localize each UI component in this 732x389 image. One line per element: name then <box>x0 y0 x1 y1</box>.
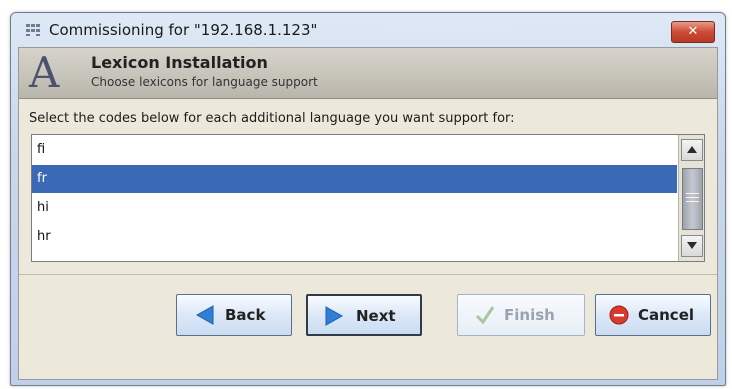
language-item-fi[interactable]: fi <box>32 136 677 164</box>
scroll-down-button[interactable] <box>681 235 703 257</box>
checkmark-icon <box>475 306 495 325</box>
instruction-text: Select the codes below for each addition… <box>29 111 515 126</box>
language-code-list[interactable]: fi fr hi hr <box>31 134 705 262</box>
commissioning-window: Commissioning for "192.168.1.123" ✕ A Le… <box>10 12 726 386</box>
language-item-fr[interactable]: fr <box>32 165 677 193</box>
list-scrollbar[interactable] <box>678 135 704 261</box>
dialog-content: A Lexicon Installation Choose lexicons f… <box>18 47 718 380</box>
finish-button[interactable]: Finish <box>457 294 585 336</box>
cancel-button[interactable]: Cancel <box>595 294 711 336</box>
arrow-right-icon <box>325 306 344 326</box>
window-title: Commissioning for "192.168.1.123" <box>49 21 318 39</box>
arrow-left-icon <box>195 305 214 325</box>
scroll-thumb[interactable] <box>682 168 703 230</box>
finish-button-label: Finish <box>504 306 555 324</box>
title-bar[interactable]: Commissioning for "192.168.1.123" ✕ <box>11 13 725 47</box>
close-button[interactable]: ✕ <box>671 21 715 43</box>
next-button-label: Next <box>356 307 396 325</box>
page-subtitle: Choose lexicons for language support <box>91 75 318 89</box>
cancel-circle-icon <box>609 305 629 325</box>
button-divider <box>19 274 717 275</box>
cancel-button-label: Cancel <box>638 306 695 324</box>
language-item-hi[interactable]: hi <box>32 194 677 222</box>
back-button[interactable]: Back <box>176 294 292 336</box>
next-button[interactable]: Next <box>306 294 422 336</box>
scroll-up-button[interactable] <box>681 139 703 161</box>
scroll-up-icon <box>687 146 697 153</box>
lexicon-logo: A <box>29 48 60 97</box>
scroll-down-icon <box>687 242 697 249</box>
back-button-label: Back <box>225 306 266 324</box>
language-item-hr[interactable]: hr <box>32 223 677 251</box>
page-title: Lexicon Installation <box>91 53 268 72</box>
page-header: A Lexicon Installation Choose lexicons f… <box>19 48 717 99</box>
network-grid-icon <box>26 24 40 36</box>
